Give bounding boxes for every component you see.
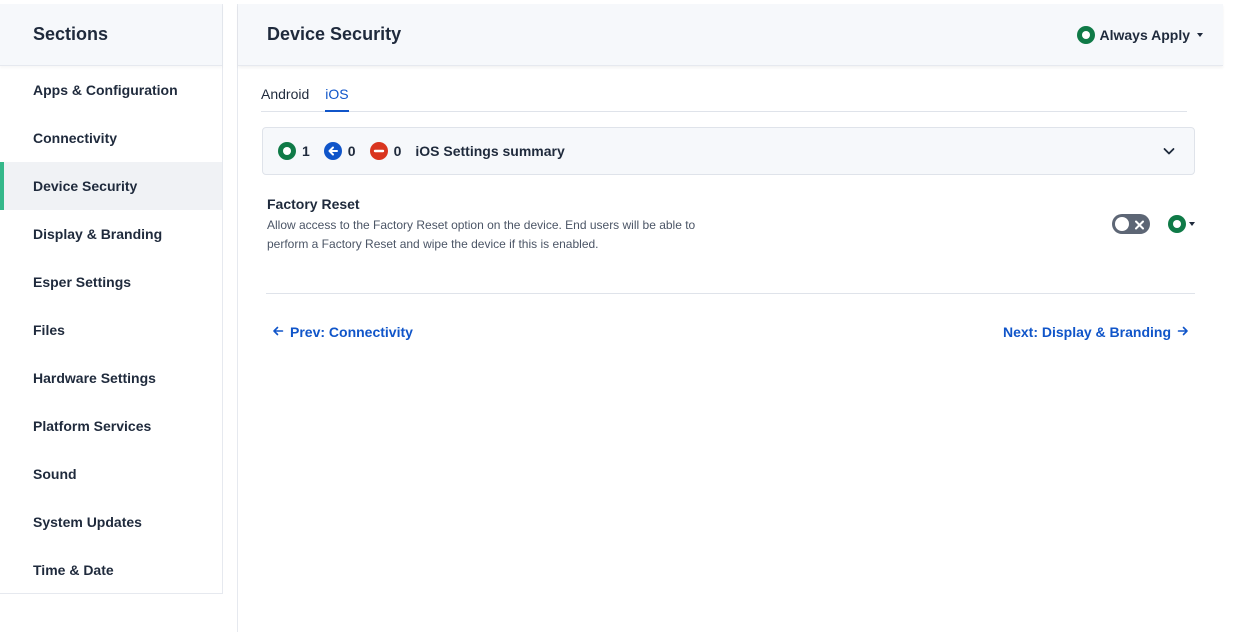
apply-count-group: 1	[278, 142, 310, 160]
factory-reset-toggle[interactable]	[1112, 214, 1150, 234]
sidebar-item-connectivity[interactable]: Connectivity	[0, 114, 222, 162]
blocked-count: 0	[393, 143, 402, 159]
setting-title: Factory Reset	[267, 196, 360, 212]
next-section-link[interactable]: Next: Display & Branding	[1003, 324, 1189, 340]
summary-title: iOS Settings summary	[415, 143, 565, 159]
sidebar-title: Sections	[0, 4, 222, 66]
sidebar-item-esper-settings[interactable]: Esper Settings	[0, 258, 222, 306]
sidebar-item-device-security[interactable]: Device Security	[0, 162, 222, 210]
sidebar-item-files[interactable]: Files	[0, 306, 222, 354]
always-apply-icon	[278, 142, 296, 160]
blocked-count-group: 0	[369, 142, 402, 160]
setting-apply-mode-dropdown[interactable]	[1168, 215, 1195, 233]
sidebar-list: Apps & Configuration Connectivity Device…	[0, 66, 222, 594]
setting-description: Allow access to the Factory Reset option…	[267, 218, 696, 251]
apply-mode-label: Always Apply	[1099, 26, 1190, 43]
chevron-down-icon[interactable]	[1162, 144, 1176, 158]
tab-ios[interactable]: iOS	[325, 86, 349, 112]
prev-section-label: Prev: Connectivity	[290, 324, 413, 340]
caret-down-icon	[1197, 32, 1203, 37]
arrow-left-circle-icon	[323, 142, 342, 160]
sidebar-item-display-branding[interactable]: Display & Branding	[0, 210, 222, 258]
always-apply-icon	[1168, 215, 1186, 233]
sidebar-item-time-date[interactable]: Time & Date	[0, 546, 222, 594]
sections-sidebar: Sections Apps & Configuration Connectivi…	[0, 4, 223, 594]
sidebar-item-sound[interactable]: Sound	[0, 450, 222, 498]
toggle-knob	[1115, 217, 1129, 231]
sidebar-item-apps-configuration[interactable]: Apps & Configuration	[0, 66, 222, 114]
sidebar-item-hardware-settings[interactable]: Hardware Settings	[0, 354, 222, 402]
prev-section-link[interactable]: Prev: Connectivity	[272, 324, 413, 340]
factory-reset-setting: Factory Reset Allow access to the Factor…	[267, 196, 1195, 266]
settings-summary-bar[interactable]: 1 0 0 iOS Settings summary	[262, 127, 1195, 175]
arrow-left-icon	[272, 324, 284, 340]
x-icon	[1134, 218, 1145, 236]
page-header: Device Security Always Apply	[238, 4, 1223, 66]
sidebar-item-platform-services[interactable]: Platform Services	[0, 402, 222, 450]
caret-down-icon	[1189, 222, 1195, 226]
main-panel: Device Security Always Apply Android iOS…	[237, 4, 1237, 632]
app-root: Sections Apps & Configuration Connectivi…	[0, 0, 1237, 632]
platform-tabs: Android iOS	[261, 86, 1187, 112]
pull-count: 0	[347, 143, 356, 159]
always-apply-icon	[1077, 25, 1096, 44]
divider	[266, 293, 1195, 294]
minus-circle-icon	[369, 142, 388, 160]
arrow-right-icon	[1177, 324, 1189, 340]
setting-controls	[1112, 214, 1195, 234]
next-section-label: Next: Display & Branding	[1002, 324, 1171, 340]
pull-count-group: 0	[323, 142, 356, 160]
page-title: Device Security	[267, 24, 402, 44]
tab-android[interactable]: Android	[261, 86, 309, 112]
apply-mode-dropdown[interactable]: Always Apply	[1077, 25, 1203, 44]
apply-count: 1	[302, 143, 310, 159]
sidebar-item-system-updates[interactable]: System Updates	[0, 498, 222, 546]
